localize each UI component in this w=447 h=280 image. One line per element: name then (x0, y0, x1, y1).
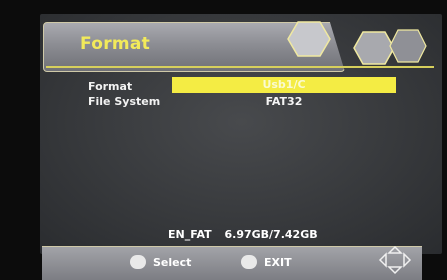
dpad-icon (378, 245, 412, 275)
exit-button-icon (241, 255, 257, 269)
storage-info: EN_FAT 6.97GB/7.42GB (168, 228, 327, 241)
title-divider (46, 66, 434, 68)
hexagon-icon (389, 29, 427, 63)
file-system-label: File System (88, 95, 161, 108)
format-selector[interactable]: Usb1/C (172, 77, 396, 93)
file-system-value[interactable]: FAT32 (172, 95, 396, 108)
storage-usage: 6.97GB/7.42GB (224, 228, 318, 241)
format-screen: Format Format Usb1/C File System FAT32 E… (0, 0, 447, 280)
select-hint: Select (153, 256, 192, 269)
format-label: Format (88, 80, 133, 93)
hexagon-icon (287, 21, 331, 57)
ok-button-icon (130, 255, 146, 269)
volume-name: EN_FAT (168, 228, 212, 241)
format-value: Usb1/C (262, 78, 306, 91)
footer-bar (42, 246, 422, 280)
exit-hint: EXIT (264, 256, 292, 269)
page-title: Format (80, 34, 151, 54)
